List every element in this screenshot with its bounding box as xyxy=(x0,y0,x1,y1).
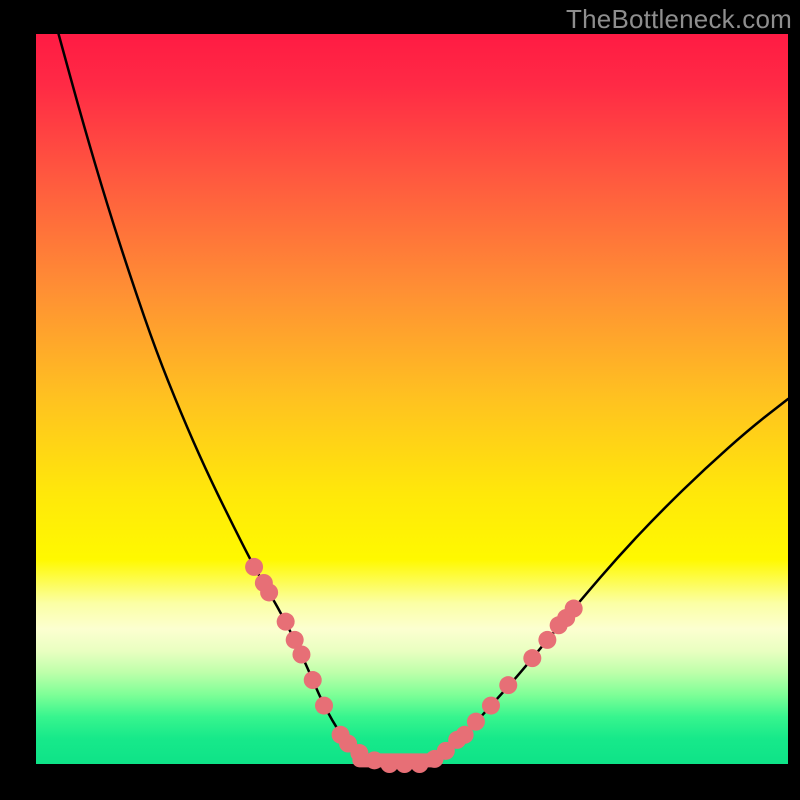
chart-container: TheBottleneck.com xyxy=(0,0,800,800)
data-marker xyxy=(467,713,485,731)
data-marker xyxy=(245,558,263,576)
data-marker xyxy=(260,583,278,601)
data-marker xyxy=(523,649,541,667)
data-marker xyxy=(292,646,310,664)
data-marker xyxy=(304,671,322,689)
plot-background xyxy=(36,34,788,764)
data-marker xyxy=(538,631,556,649)
data-marker xyxy=(565,600,583,618)
data-marker xyxy=(482,697,500,715)
watermark-label: TheBottleneck.com xyxy=(566,4,792,35)
data-marker xyxy=(315,697,333,715)
bottleneck-chart xyxy=(0,0,800,800)
data-marker xyxy=(365,751,383,769)
data-marker xyxy=(499,676,517,694)
data-marker xyxy=(277,613,295,631)
